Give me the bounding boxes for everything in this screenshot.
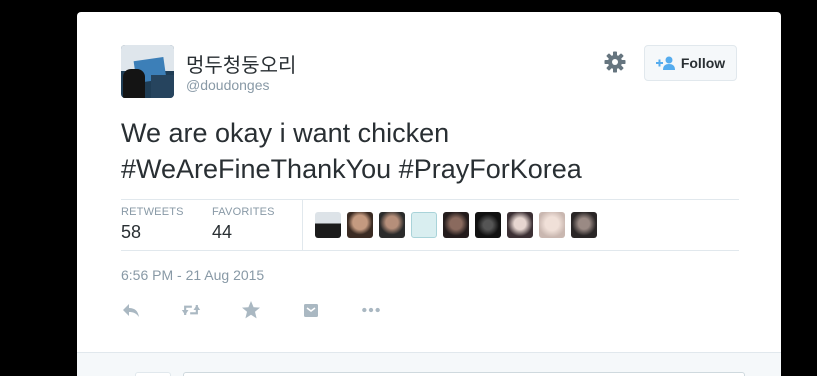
add-to-collection-button[interactable] [301,300,361,320]
tweet-hashtags-line[interactable]: #WeAreFineThankYou #PrayForKorea [121,151,741,187]
tweet-actions [121,300,421,320]
follow-button[interactable]: Follow [644,45,737,81]
tweet-text-line: We are okay i want chicken [121,118,450,148]
stats-vertical-divider [302,200,303,250]
favoriters-avatars [315,212,597,238]
favoriter-avatar[interactable] [539,212,565,238]
favorites-count[interactable]: 44 [212,222,232,243]
reply-button[interactable] [121,300,181,320]
more-icon [362,307,380,313]
stats-top-divider [121,199,739,200]
favoriter-avatar[interactable] [347,212,373,238]
follow-label: Follow [680,55,726,71]
follow-user-icon [655,56,675,70]
reply-input[interactable] [183,372,745,376]
favoriter-avatar[interactable] [379,212,405,238]
retweets-count[interactable]: 58 [121,222,141,243]
add-to-collection-icon [304,304,318,317]
screen-name[interactable]: @doudonges [186,77,270,93]
favorite-button[interactable] [241,300,301,320]
favoriter-avatar[interactable] [443,212,469,238]
tweet-text: We are okay i want chicken #WeAreFineTha… [121,115,741,187]
retweet-icon [181,305,201,315]
favorites-label[interactable]: FAVORITES [212,206,275,218]
reply-user-avatar [135,372,171,376]
tweet-timestamp[interactable]: 6:56 PM - 21 Aug 2015 [121,267,264,283]
favoriter-avatar[interactable] [315,212,341,238]
favoriter-avatar[interactable] [507,212,533,238]
favoriter-avatar[interactable] [411,212,437,238]
favorite-icon [242,301,260,319]
more-button[interactable] [361,300,421,320]
reply-icon [123,304,139,317]
avatar[interactable] [121,45,174,98]
retweets-label[interactable]: RETWEETS [121,206,184,218]
stats-bottom-divider [121,250,739,251]
reply-area [77,352,781,376]
display-name[interactable]: 멍두청둥오리 [186,49,296,78]
gear-icon[interactable] [603,50,627,74]
tweet-card: 멍두청둥오리 @doudonges Follow We are okay i w… [77,12,781,376]
favoriter-avatar[interactable] [571,212,597,238]
retweet-button[interactable] [181,300,241,320]
favoriter-avatar[interactable] [475,212,501,238]
